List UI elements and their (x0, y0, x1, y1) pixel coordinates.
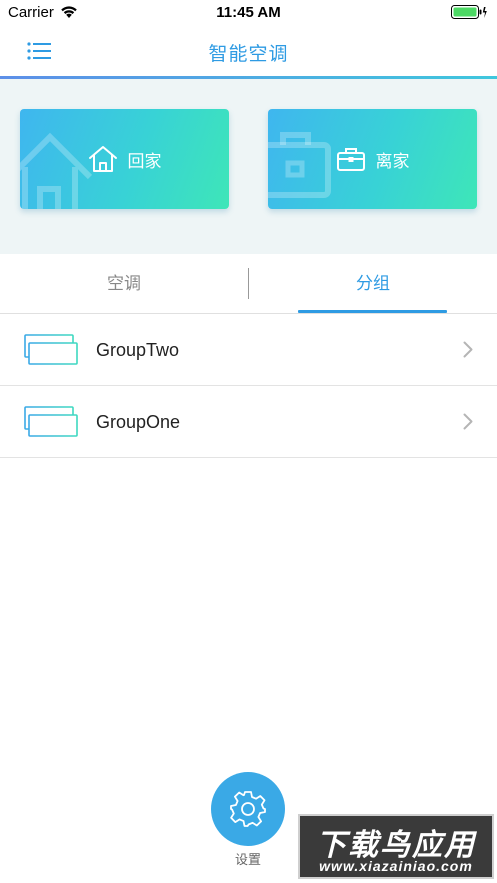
status-time: 11:45 AM (216, 4, 281, 21)
watermark-logo: 下载鸟应用 www.xiazainiao.com (298, 814, 494, 879)
group-name: GroupOne (96, 412, 181, 432)
home-mode-label: 回家 (127, 151, 162, 171)
status-bar: Carrier 11:45 AM (0, 0, 497, 26)
air-conditioner-icon (24, 406, 78, 443)
settings-label: 设置 (234, 852, 261, 867)
tab-bar: 空调 分组 (0, 254, 497, 314)
chevron-right-icon (463, 413, 473, 435)
home-icon (88, 146, 117, 172)
away-mode-button[interactable]: 离家 (268, 109, 477, 209)
tab-air-conditioners[interactable]: 空调 (0, 254, 248, 314)
chevron-right-icon (463, 341, 473, 363)
list-item[interactable]: GroupTwo (0, 314, 497, 386)
air-conditioner-icon (24, 334, 78, 371)
group-name: GroupTwo (96, 340, 180, 360)
briefcase-icon (336, 148, 365, 171)
mode-panel: 回家 离家 (0, 79, 497, 254)
navigation-bar: 智能空调 (0, 26, 497, 76)
battery-icon (451, 5, 487, 24)
active-tab-indicator (298, 310, 447, 313)
away-mode-label: 离家 (375, 151, 410, 171)
tab-groups[interactable]: 分组 (249, 254, 497, 314)
group-list: GroupTwo GroupOne (0, 314, 497, 458)
settings-button[interactable] (211, 772, 285, 846)
home-mode-button[interactable]: 回家 (20, 109, 229, 209)
watermark-url: www.xiazainiao.com (319, 858, 473, 874)
gear-icon (230, 791, 266, 827)
list-item[interactable]: GroupOne (0, 386, 497, 458)
page-title: 智能空调 (208, 44, 289, 65)
